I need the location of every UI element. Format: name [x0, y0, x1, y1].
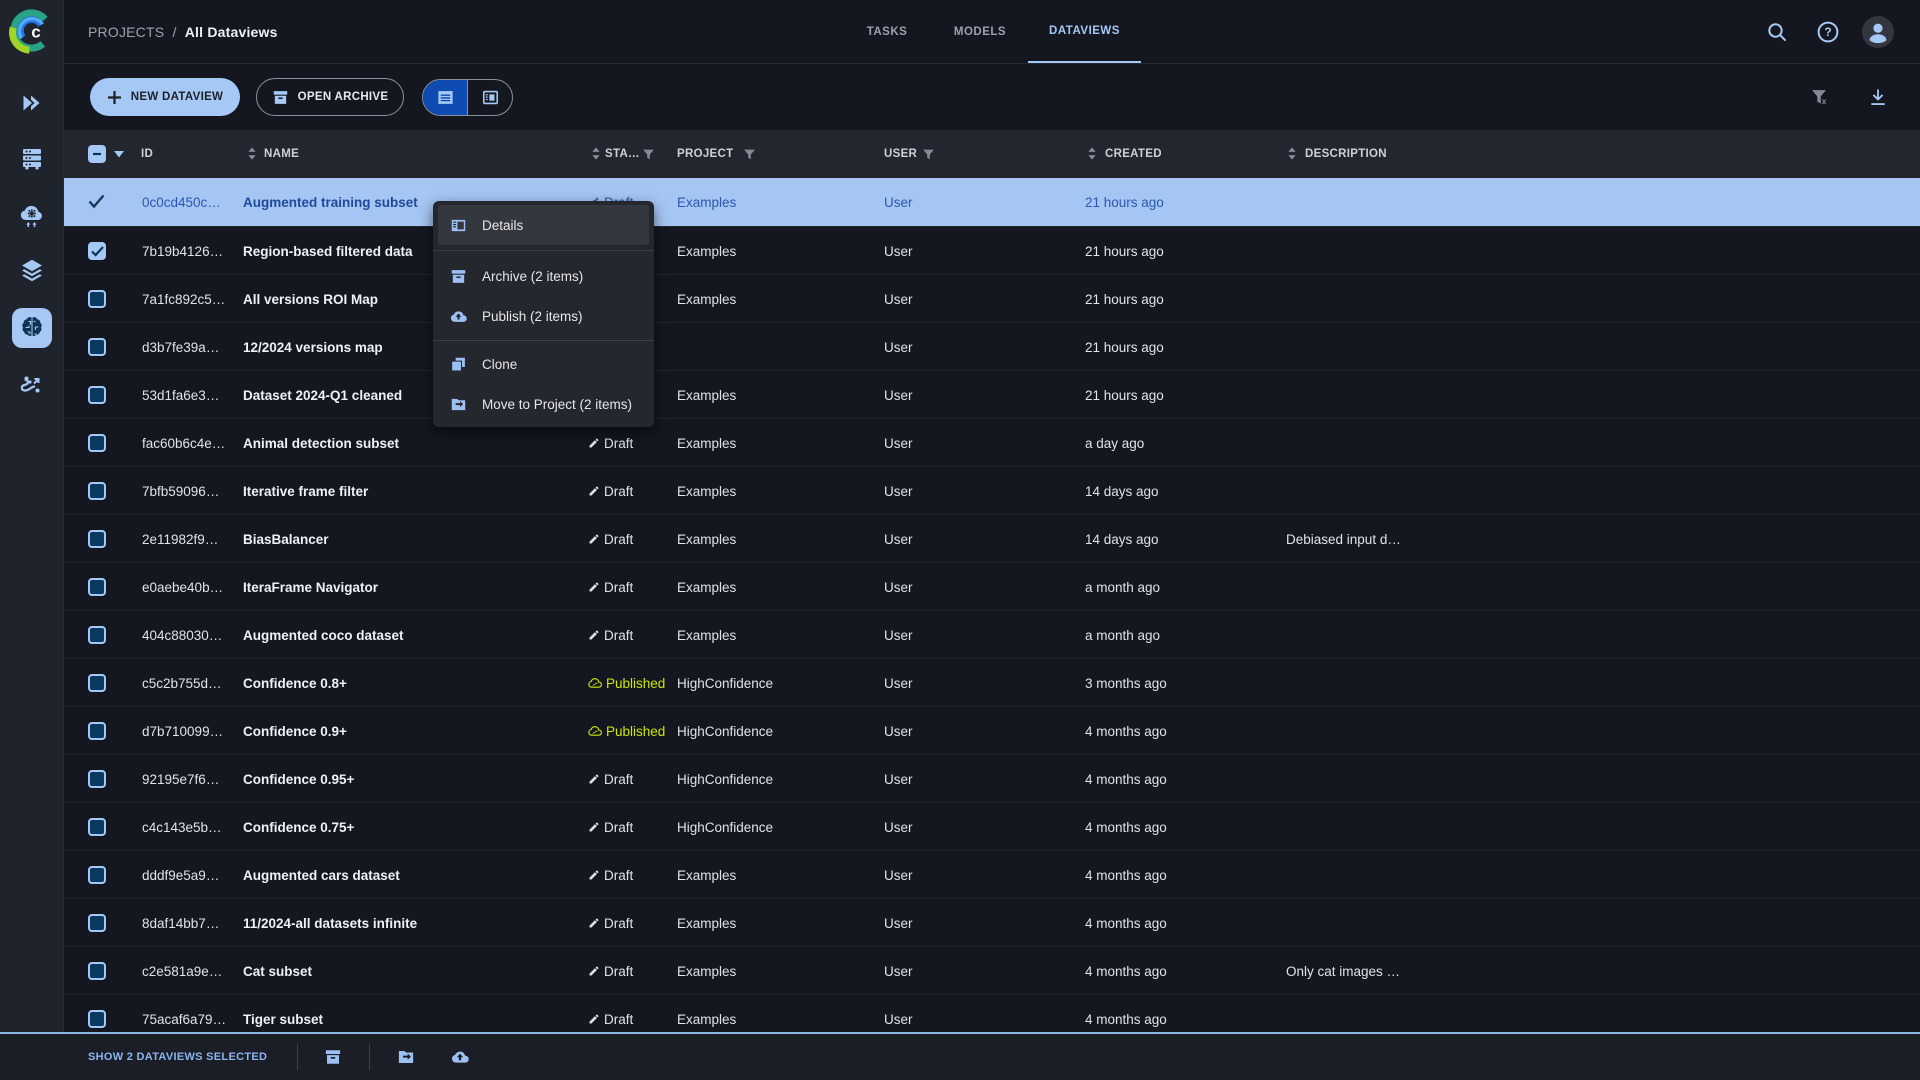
svg-text:x: x: [1822, 97, 1827, 106]
svg-text:?: ?: [1824, 25, 1831, 39]
svg-text:c: c: [31, 23, 40, 42]
